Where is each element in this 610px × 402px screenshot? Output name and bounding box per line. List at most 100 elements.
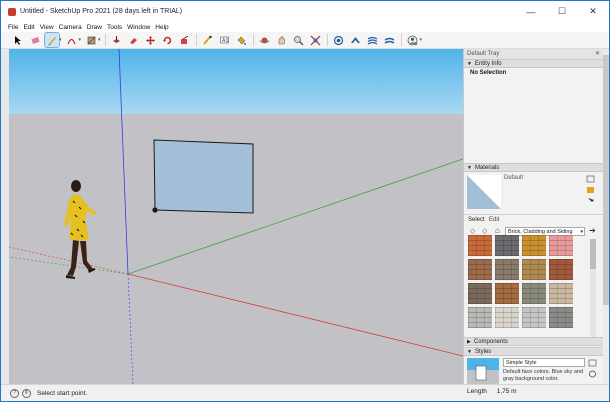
material-swatch[interactable] xyxy=(468,235,492,256)
material-swatch[interactable] xyxy=(468,259,492,280)
material-swatch[interactable] xyxy=(522,307,546,328)
arc-dropdown-icon[interactable]: ▾ xyxy=(79,37,82,43)
measurements-box[interactable]: Length 1,75 m xyxy=(467,388,517,395)
large-toolset: ▾ ▾ ▾ A1 ▾ xyxy=(1,32,609,49)
toolbar-separator xyxy=(400,34,402,46)
material-swatch[interactable] xyxy=(522,283,546,304)
entity-info-label: Entity Info xyxy=(474,60,502,67)
back-arrow-icon[interactable]: ◇ xyxy=(470,227,475,235)
menu-tools[interactable]: Tools xyxy=(107,24,122,31)
push-pull-icon[interactable] xyxy=(110,33,124,47)
material-swatch[interactable] xyxy=(495,235,519,256)
move-icon[interactable] xyxy=(144,33,158,47)
account-icon[interactable] xyxy=(406,33,420,47)
forward-arrow-icon[interactable]: ◇ xyxy=(482,227,487,235)
left-gutter xyxy=(1,49,9,384)
material-swatch[interactable] xyxy=(495,283,519,304)
minimize-button[interactable]: — xyxy=(516,1,546,22)
material-swatch[interactable] xyxy=(549,235,573,256)
rectangle-face[interactable] xyxy=(153,139,254,214)
measurements-value: 1,75 m xyxy=(496,388,517,395)
style-name-field[interactable]: Simple Style xyxy=(503,358,585,367)
details-arrow-icon[interactable]: ➔ xyxy=(589,226,596,235)
materials-tabs: Select Edit xyxy=(464,214,603,226)
tray-close-icon[interactable]: ✕ xyxy=(595,49,600,59)
layers-icon[interactable] xyxy=(366,33,380,47)
scale-figure[interactable] xyxy=(64,180,97,279)
menu-edit[interactable]: Edit xyxy=(23,24,34,31)
select-arrow-icon[interactable] xyxy=(11,33,25,47)
toolbar-separator xyxy=(195,34,197,46)
sketchup-logo-icon xyxy=(8,7,16,16)
material-swatch[interactable] xyxy=(522,235,546,256)
material-swatch[interactable] xyxy=(495,259,519,280)
entity-selection-text: No Selection xyxy=(470,70,507,76)
menu-view[interactable]: View xyxy=(40,24,54,31)
modeling-viewport[interactable] xyxy=(9,49,463,384)
style-thumbnail[interactable] xyxy=(467,358,499,384)
rectangle-icon[interactable] xyxy=(84,33,98,47)
material-preview-swatch[interactable] xyxy=(467,175,501,209)
title-bar: Untitled - SketchUp Pro 2021 (28 days le… xyxy=(1,1,609,22)
collapse-triangle-icon: ▼ xyxy=(467,348,472,355)
swatch-scroll-thumb[interactable] xyxy=(590,239,596,269)
zoom-extents-icon[interactable] xyxy=(309,33,323,47)
extension-warehouse-icon[interactable] xyxy=(349,33,363,47)
status-bar: ? ¢ Select start point. xyxy=(1,384,609,401)
components-header[interactable]: ▶ Components xyxy=(464,337,603,346)
tab-select[interactable]: Select xyxy=(468,217,485,223)
warehouse-icon[interactable] xyxy=(332,33,346,47)
materials-header[interactable]: ▼ Materials xyxy=(464,163,603,172)
style-side-icons[interactable] xyxy=(588,359,598,383)
styles-body: Simple Style Default face colors. Blue s… xyxy=(464,357,603,384)
material-swatch[interactable] xyxy=(468,307,492,328)
orbit-icon[interactable] xyxy=(258,33,272,47)
shapes-dropdown-icon[interactable]: ▾ xyxy=(98,37,101,43)
eraser-icon[interactable] xyxy=(28,33,42,47)
account-dropdown-icon[interactable]: ▾ xyxy=(420,37,423,43)
arc-icon[interactable] xyxy=(65,33,79,47)
material-swatch[interactable] xyxy=(549,307,573,328)
style-description: Default face colors. Blue sky and gray b… xyxy=(503,369,584,382)
material-swatch[interactable] xyxy=(495,307,519,328)
paint-bucket-icon[interactable] xyxy=(235,33,249,47)
geo-location-icon[interactable]: ? xyxy=(10,388,19,398)
zoom-icon[interactable] xyxy=(292,33,306,47)
menu-window[interactable]: Window xyxy=(127,24,150,31)
blue-axis xyxy=(118,49,129,275)
materials-label: Materials xyxy=(474,164,500,171)
offset-icon[interactable] xyxy=(178,33,192,47)
pencil-line-icon[interactable] xyxy=(44,32,60,48)
home-icon[interactable]: ⌂ xyxy=(495,226,500,235)
styles-icon[interactable] xyxy=(383,33,397,47)
tray-scroll-thumb[interactable] xyxy=(603,55,609,305)
rotate-icon[interactable] xyxy=(161,33,175,47)
tab-edit[interactable]: Edit xyxy=(489,217,499,223)
styles-header[interactable]: ▼ Styles xyxy=(464,347,603,356)
swatch-scrollbar[interactable] xyxy=(590,239,596,337)
tape-measure-icon[interactable] xyxy=(201,33,215,47)
close-button[interactable]: ✕ xyxy=(578,1,608,22)
material-swatch[interactable] xyxy=(549,283,573,304)
follow-me-icon[interactable] xyxy=(127,33,141,47)
tray-scrollbar[interactable] xyxy=(603,49,609,384)
toolbar-separator xyxy=(326,34,328,46)
text-icon[interactable]: A1 xyxy=(218,33,232,47)
menu-camera[interactable]: Camera xyxy=(59,24,82,31)
menu-draw[interactable]: Draw xyxy=(87,24,102,31)
pan-icon[interactable] xyxy=(275,33,289,47)
pencil-dropdown-icon[interactable]: ▾ xyxy=(59,37,62,43)
credits-icon[interactable]: ¢ xyxy=(22,388,31,398)
scene-canvas[interactable] xyxy=(9,49,463,384)
chevron-down-icon: ▾ xyxy=(580,229,583,235)
collapse-triangle-icon: ▼ xyxy=(467,60,472,67)
material-swatch[interactable] xyxy=(522,259,546,280)
entity-info-header[interactable]: ▼ Entity Info xyxy=(464,59,603,68)
menu-file[interactable]: File xyxy=(8,24,18,31)
styles-label: Styles xyxy=(474,348,492,355)
material-swatch[interactable] xyxy=(549,259,573,280)
maximize-button[interactable]: ☐ xyxy=(547,1,577,22)
material-swatch[interactable] xyxy=(468,283,492,304)
material-side-icons[interactable] xyxy=(586,175,596,205)
menu-help[interactable]: Help xyxy=(155,24,168,31)
